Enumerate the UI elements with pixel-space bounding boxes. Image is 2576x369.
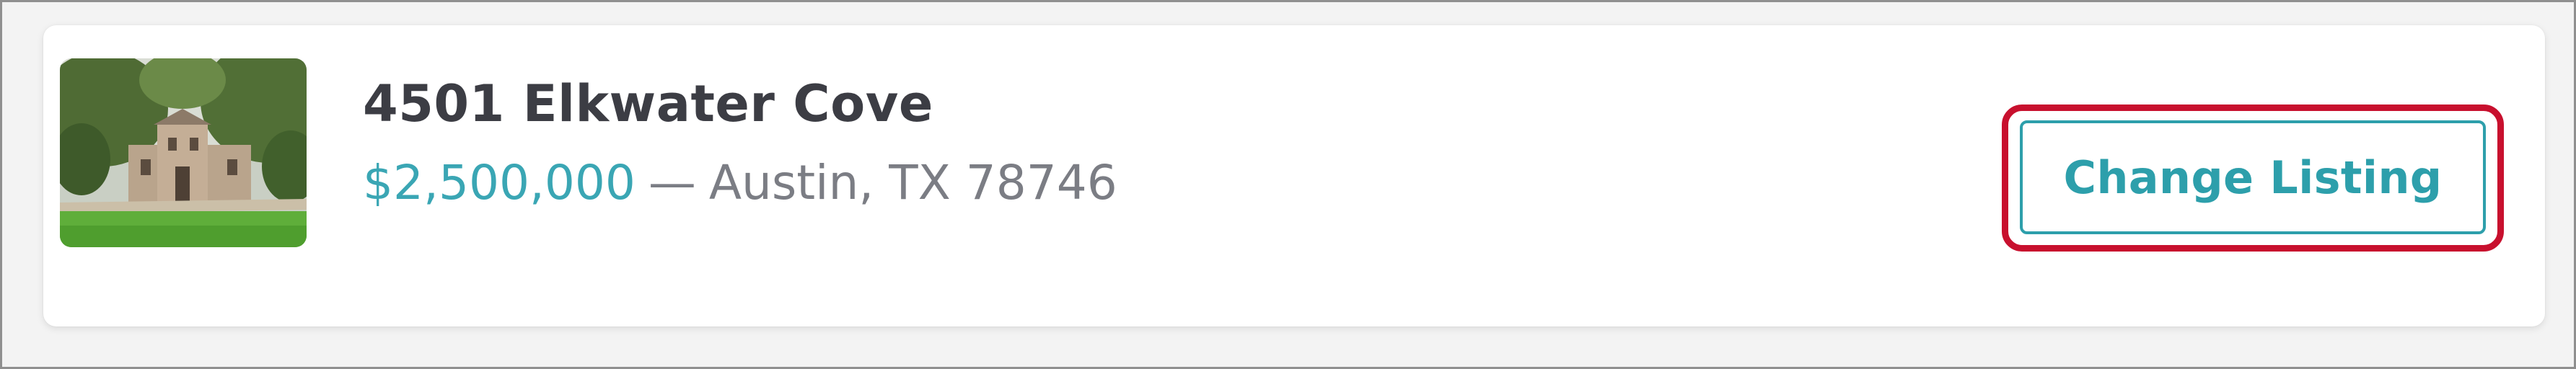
listing-details: $2,500,000— Austin, TX 78746: [363, 155, 1117, 210]
listing-thumbnail: [60, 58, 307, 247]
house-photo-icon: [60, 58, 307, 247]
screenshot-frame: 4501 Elkwater Cove $2,500,000— Austin, TX…: [0, 0, 2576, 369]
listing-address: 4501 Elkwater Cove: [363, 74, 933, 133]
listing-location: Austin, TX 78746: [708, 155, 1117, 210]
separator-dash: —: [648, 155, 696, 210]
change-listing-button[interactable]: Change Listing: [2020, 120, 2486, 234]
listing-price: $2,500,000: [363, 155, 636, 210]
